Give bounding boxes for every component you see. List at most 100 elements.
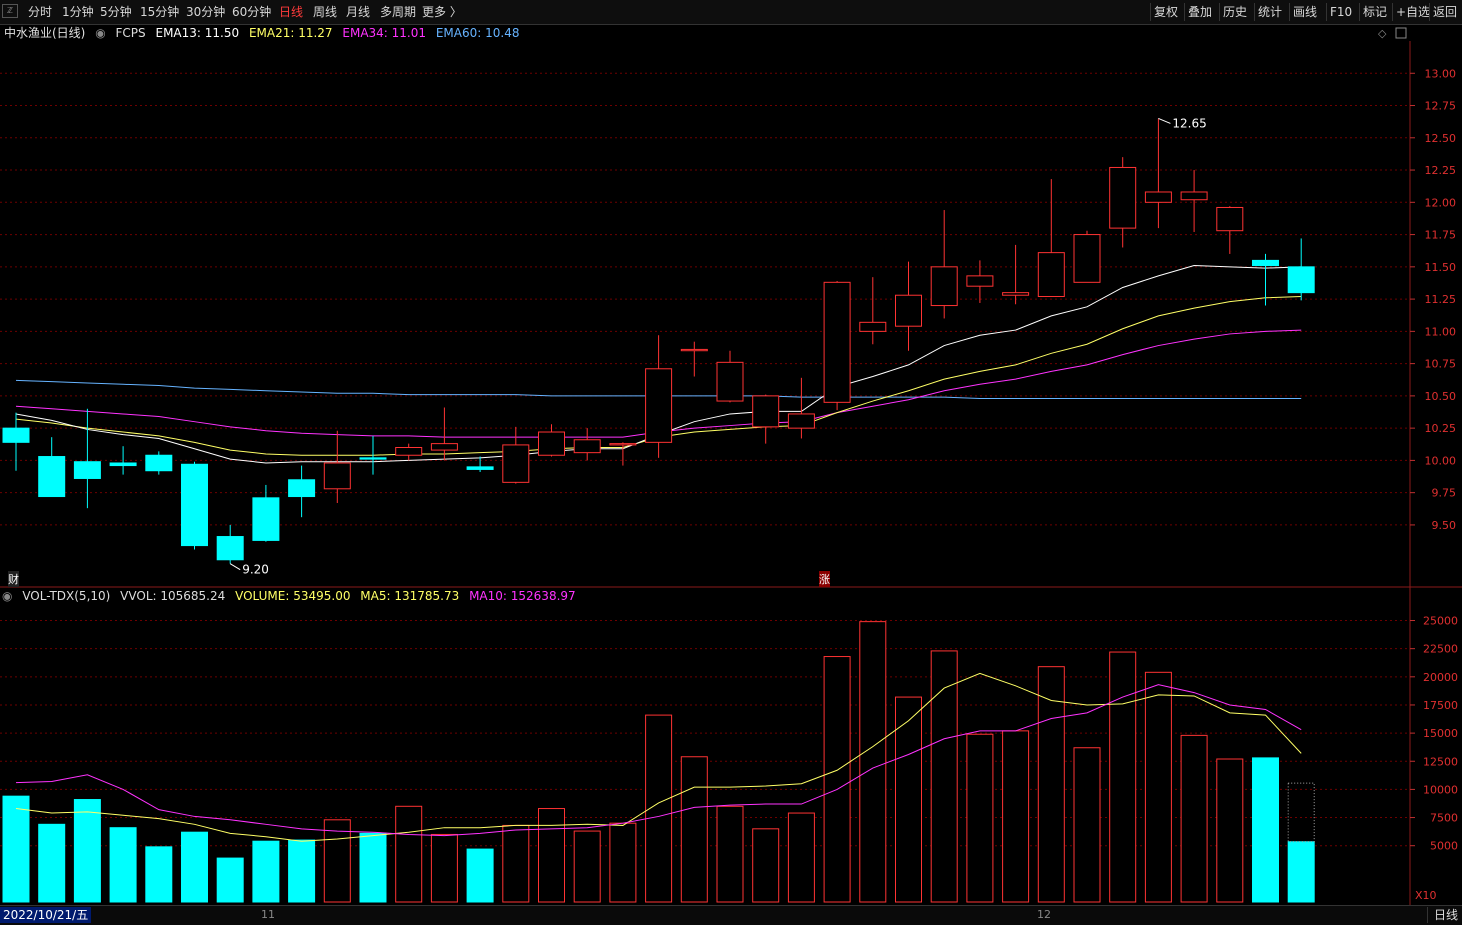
candle-body (930, 266, 958, 307)
volume-bar (181, 831, 208, 903)
price-tick-label: 9.50 (1432, 519, 1457, 532)
month-label-11: 11 (261, 908, 275, 921)
price-tick-label: 11.50 (1425, 261, 1457, 274)
volume-bar (823, 656, 851, 903)
volume-bar (502, 824, 530, 903)
volume-bar (573, 830, 601, 903)
candle-body (1216, 206, 1244, 232)
candle-body (609, 443, 637, 446)
volume-bar (680, 756, 708, 903)
candle-body (752, 395, 780, 428)
current-date: 2022/10/21/五 (0, 907, 92, 923)
panel-toggle-icon[interactable] (1395, 27, 1407, 39)
volume-bar (538, 808, 565, 903)
candle-body (1109, 166, 1137, 229)
candle-body (502, 444, 530, 483)
candle-body (895, 294, 922, 327)
candle-body (323, 462, 351, 490)
volume-bar (466, 848, 494, 903)
volume-bar (1073, 747, 1101, 903)
financial-marker[interactable]: 财 (8, 571, 19, 587)
volume-bar (609, 822, 637, 903)
volume-bar (966, 733, 994, 903)
price-tick-label: 10.75 (1425, 358, 1457, 371)
volume-bar (1002, 730, 1030, 903)
volume-bar (145, 846, 173, 903)
candle-body (38, 456, 66, 498)
volume-multiplier: X10 (1415, 889, 1437, 902)
volume-bar (1287, 841, 1315, 903)
price-tick-label: 11.00 (1425, 325, 1457, 338)
volume-tick-label: 10000 (1423, 783, 1458, 796)
candle-body (573, 439, 601, 454)
price-tick-label: 12.50 (1425, 132, 1457, 145)
volume-bar (73, 799, 101, 903)
candle-body (181, 463, 208, 547)
price-tick-label: 13.00 (1425, 67, 1457, 80)
volume-bar (216, 857, 244, 903)
diamond-icon[interactable]: ◇ (1378, 27, 1387, 40)
volume-bar (1180, 734, 1208, 903)
volume-tick-label: 12500 (1423, 755, 1458, 768)
volume-bar (395, 805, 423, 903)
volume-bar (1144, 671, 1172, 903)
volume-bar (109, 827, 137, 903)
month-label-12: 12 (1037, 908, 1051, 921)
volume-tick-label: 7500 (1430, 812, 1458, 825)
price-tick-label: 11.75 (1425, 229, 1457, 242)
volume-bar (38, 823, 66, 903)
volume-bar (787, 812, 815, 903)
candle-body (1037, 252, 1065, 298)
high-pointer (1158, 117, 1171, 124)
candle-body (1073, 234, 1101, 283)
date-axis: 2022/10/21/五 11 12 日线 (0, 905, 1462, 925)
candle-body (1180, 191, 1208, 201)
low-price-label: 9.20 (242, 563, 269, 577)
volume-bar (323, 819, 351, 903)
volume-tick-label: 22500 (1423, 643, 1458, 656)
volume-bar (359, 832, 387, 903)
candle-body (538, 431, 565, 456)
candle-body (145, 454, 173, 472)
candle-body (2, 427, 30, 443)
price-tick-label: 12.75 (1425, 100, 1457, 113)
stock-chart[interactable]: 13.00 12.75 12.50 12.25 12.00 11.75 11.50 11.25… (0, 0, 1462, 924)
volume-tick-label: 15000 (1423, 727, 1458, 740)
candle-body (1252, 259, 1279, 267)
period-indicator[interactable]: 日线 (1426, 907, 1458, 923)
price-tick-label: 11.25 (1425, 293, 1457, 306)
limit-up-marker[interactable]: 涨 (819, 571, 830, 587)
volume-bar (252, 840, 280, 903)
volume-bar (1216, 758, 1244, 903)
price-tick-label: 12.00 (1425, 196, 1457, 209)
price-tick-label: 10.50 (1425, 390, 1457, 403)
price-tick-label: 12.25 (1425, 164, 1457, 177)
volume-bar (752, 828, 780, 903)
candle-body (966, 275, 994, 287)
candle-body (716, 361, 744, 402)
low-pointer (229, 563, 241, 571)
price-tick-label: 9.75 (1432, 487, 1457, 500)
candle-body (859, 321, 887, 332)
candle-body (395, 447, 423, 456)
volume-tick-label: 17500 (1423, 699, 1458, 712)
candle-body (216, 536, 244, 561)
price-tick-label: 10.25 (1425, 422, 1457, 435)
candle-body (680, 348, 708, 352)
volume-bar (288, 839, 316, 903)
volume-bar (859, 621, 887, 903)
volume-tick-label: 20000 (1423, 671, 1458, 684)
candle-body (645, 368, 673, 443)
volume-bar (716, 805, 744, 903)
high-price-label: 12.65 (1172, 116, 1206, 130)
candle-body (109, 462, 137, 467)
candle-body (823, 281, 851, 403)
candle-body (1287, 266, 1315, 294)
candle-body (1144, 191, 1172, 203)
candle-body (466, 466, 494, 470)
candle-body (288, 479, 316, 498)
volume-bar (1252, 757, 1279, 903)
price-tick-label: 10.00 (1425, 454, 1457, 467)
volume-bar (430, 833, 458, 903)
volume-bar (2, 795, 30, 903)
